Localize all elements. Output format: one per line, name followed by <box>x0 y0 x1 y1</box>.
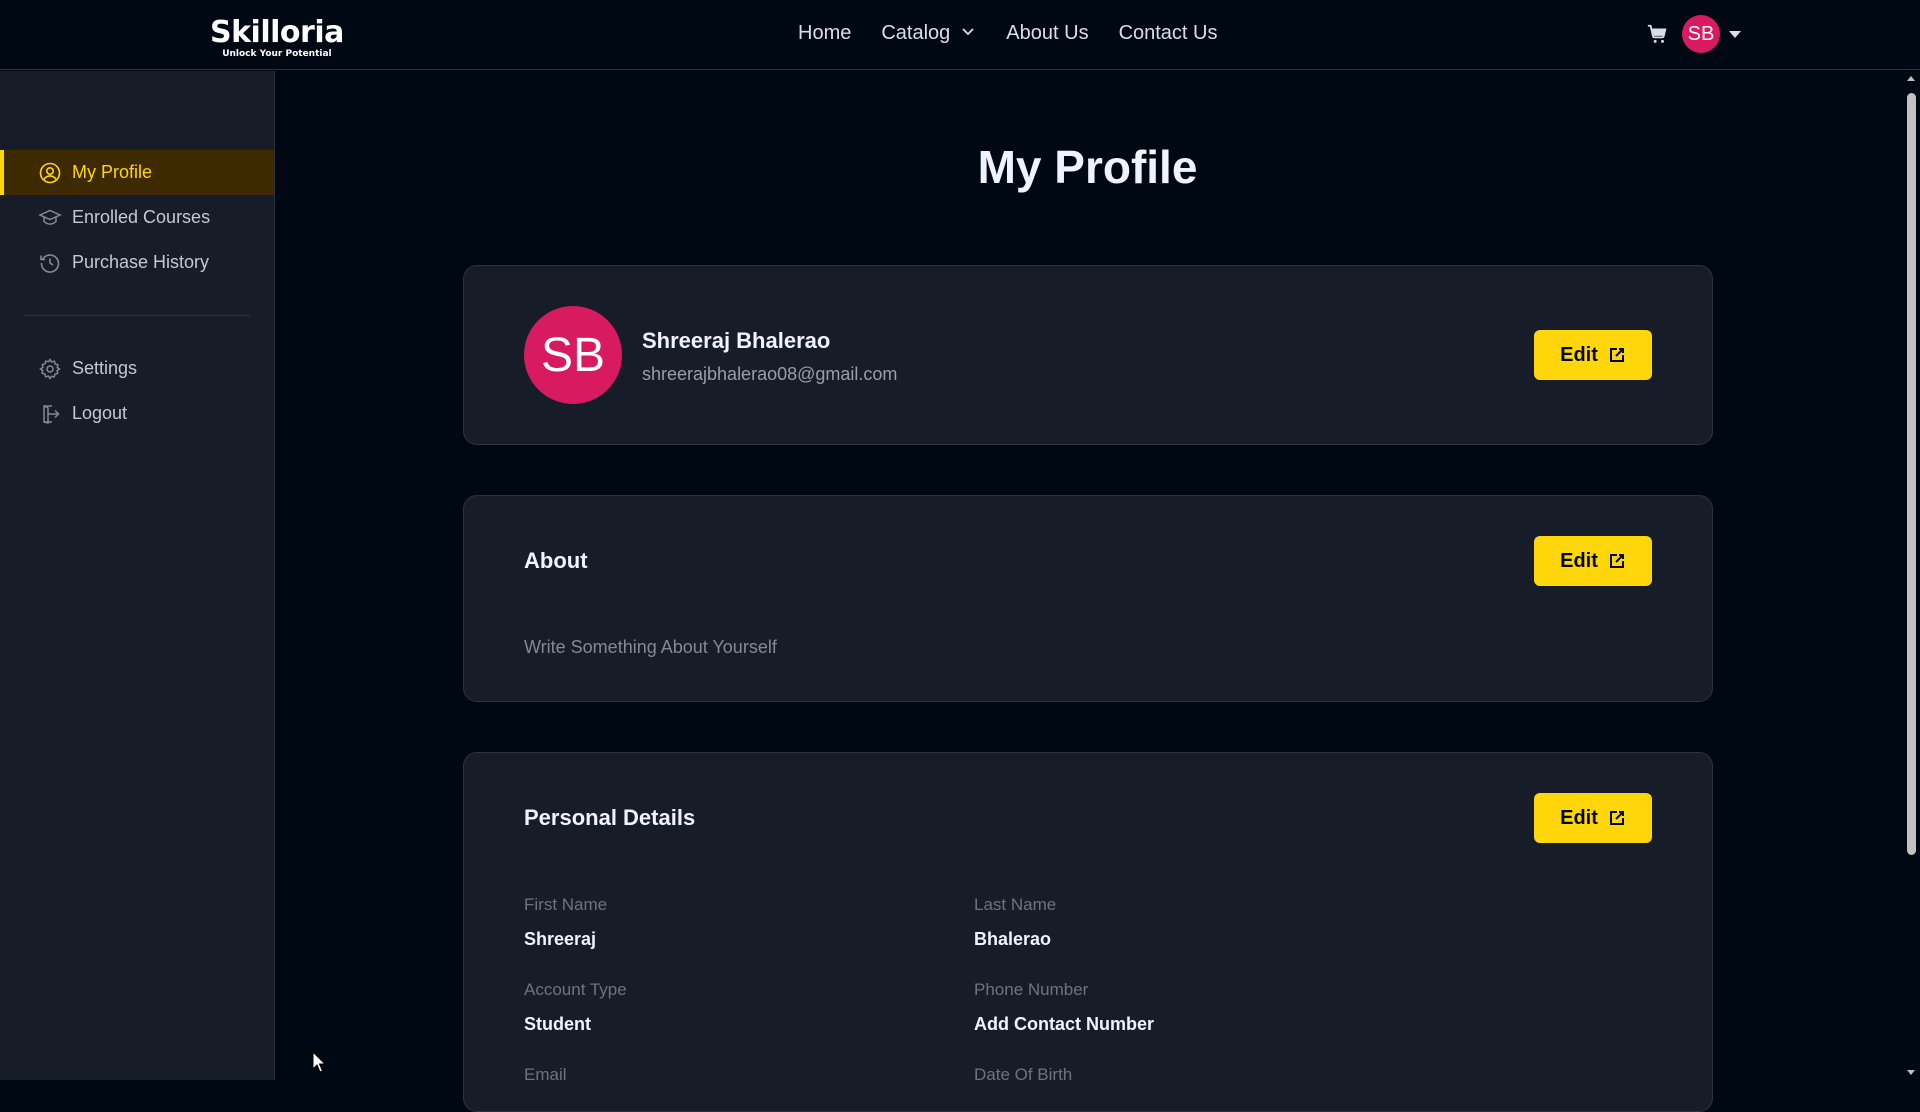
edit-about-button[interactable]: Edit <box>1534 536 1652 586</box>
phone-number-label: Phone Number <box>974 980 1089 999</box>
brand-name: Skilloria <box>210 15 344 50</box>
sidebar-item-purchase-history[interactable]: Purchase History <box>0 240 274 285</box>
personal-details-heading: Personal Details <box>524 805 696 830</box>
edit-personal-details-button[interactable]: Edit <box>1534 793 1652 843</box>
history-icon <box>38 251 62 275</box>
sidebar-item-settings[interactable]: Settings <box>0 346 274 391</box>
last-name-label: Last Name <box>974 895 1057 914</box>
first-name-label: First Name <box>524 895 608 914</box>
sidebar-item-label: My Profile <box>72 162 153 182</box>
edit-button-label: Edit <box>1560 549 1598 572</box>
nav-about-link[interactable]: About Us <box>1006 22 1088 45</box>
personal-details-card: Personal Details Edit First Name Shreera… <box>463 752 1713 1112</box>
nav-home-link[interactable]: Home <box>798 22 851 45</box>
edit-button-label: Edit <box>1560 343 1598 366</box>
sidebar-item-enrolled-courses[interactable]: Enrolled Courses <box>0 195 274 240</box>
page-scrollbar[interactable] <box>1902 71 1920 1080</box>
gear-icon <box>38 357 62 381</box>
nav-catalog-label: Catalog <box>881 22 951 44</box>
user-circle-icon <box>38 161 62 185</box>
scroll-up-arrow-icon[interactable] <box>1906 74 1916 84</box>
nav-catalog-dropdown[interactable]: Catalog <box>881 22 976 45</box>
sidebar-item-label: Purchase History <box>72 252 210 272</box>
about-card: About Write Something About Yourself Edi… <box>463 495 1713 702</box>
account-type-value: Student <box>524 1014 591 1034</box>
sidebar-divider <box>24 315 250 316</box>
date-of-birth-label: Date Of Birth <box>974 1065 1073 1084</box>
edit-icon <box>1608 809 1626 827</box>
edit-profile-button[interactable]: Edit <box>1534 330 1652 380</box>
chevron-down-icon <box>960 22 976 45</box>
nav-contact-link[interactable]: Contact Us <box>1119 22 1218 45</box>
profile-avatar: SB <box>524 306 622 404</box>
user-avatar[interactable]: SB <box>1682 15 1720 53</box>
account-type-label: Account Type <box>524 980 627 999</box>
edit-icon <box>1608 346 1626 364</box>
edit-icon <box>1608 552 1626 570</box>
sidebar-item-logout[interactable]: Logout <box>0 391 274 436</box>
logout-icon <box>38 402 62 426</box>
nav-links: Home Catalog About Us Contact Us <box>798 22 1218 45</box>
edit-button-label: Edit <box>1560 806 1598 829</box>
sidebar-item-my-profile[interactable]: My Profile <box>0 150 274 195</box>
sidebar-item-label: Enrolled Courses <box>72 207 211 227</box>
profile-card: SB Shreeraj Bhalerao shreerajbhalerao08@… <box>463 265 1713 445</box>
mouse-cursor-icon <box>312 1051 326 1073</box>
scroll-down-arrow-icon[interactable] <box>1906 1067 1916 1077</box>
profile-name: Shreeraj Bhalerao <box>642 328 831 353</box>
email-label: Email <box>524 1065 567 1084</box>
phone-number-value: Add Contact Number <box>974 1014 1154 1034</box>
top-navbar: Skilloria Unlock Your Potential Home Cat… <box>0 0 1920 70</box>
sidebar-item-label: Settings <box>72 358 138 378</box>
nav-actions: SB <box>1646 15 1742 53</box>
brand-tagline: Unlock Your Potential <box>222 49 332 59</box>
sidebar-item-label: Logout <box>72 403 128 423</box>
cart-icon[interactable] <box>1646 23 1668 45</box>
last-name-value: Bhalerao <box>974 929 1052 949</box>
page-title: My Profile <box>977 141 1198 193</box>
profile-email: shreerajbhalerao08@gmail.com <box>642 364 898 384</box>
scrollbar-thumb[interactable] <box>1907 93 1916 855</box>
sidebar: My Profile Enrolled Courses Purchase His… <box>0 71 275 1080</box>
about-heading: About <box>524 548 588 573</box>
brand-logo[interactable]: Skilloria Unlock Your Potential <box>210 18 344 59</box>
first-name-value: Shreeraj <box>524 929 597 949</box>
about-text: Write Something About Yourself <box>524 637 777 657</box>
caret-down-icon[interactable] <box>1729 27 1742 41</box>
graduation-cap-icon <box>38 206 62 230</box>
